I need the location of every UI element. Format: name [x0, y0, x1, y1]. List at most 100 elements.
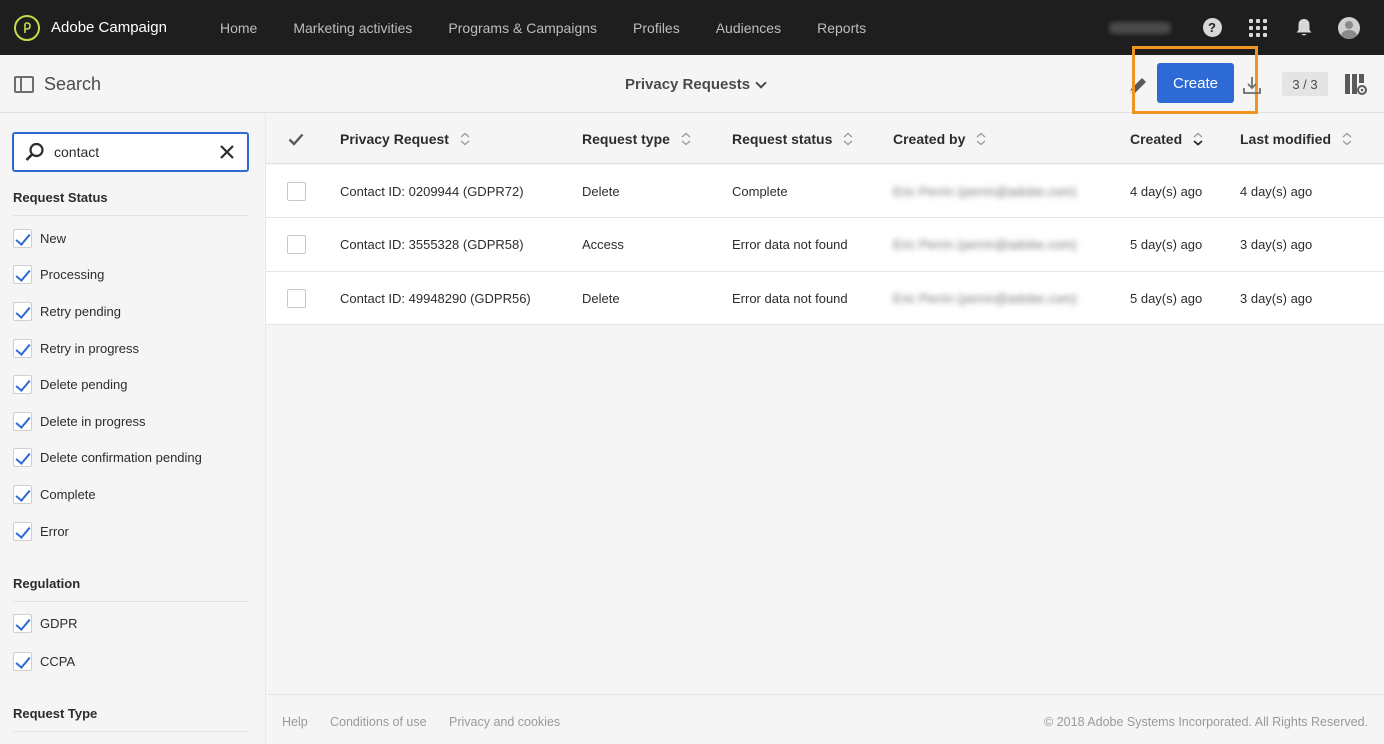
sub-header: Search Privacy Requests Create 3 / 3 [0, 46, 1384, 114]
checkbox[interactable] [13, 613, 32, 633]
cell-request-type: Delete [582, 184, 620, 199]
checkbox[interactable] [13, 375, 32, 395]
search-title: Search [44, 74, 102, 94]
filter-label: Retry in progress [40, 340, 139, 356]
cell-created: 5 day(s) ago [1130, 290, 1203, 306]
filter-regulation-ccpa[interactable]: CCPA [13, 642, 249, 680]
sort-icon [460, 132, 470, 146]
sort-icon [843, 132, 853, 146]
select-all-checkmark-icon[interactable] [288, 131, 304, 147]
column-created-by[interactable]: Created by [893, 114, 987, 164]
nav-profiles[interactable]: Profiles [615, 0, 698, 55]
main-nav: Home Marketing activities Programs & Cam… [202, 0, 884, 55]
filter-status-complete[interactable]: Complete [13, 476, 249, 513]
checkbox[interactable] [13, 411, 32, 431]
filter-label: Delete in progress [40, 413, 146, 429]
column-privacy-request[interactable]: Privacy Request [340, 114, 471, 164]
request-type-filter: Request Type [13, 706, 249, 732]
app-name: Adobe Campaign [51, 19, 167, 36]
row-checkbox[interactable] [287, 288, 306, 308]
checkbox[interactable] [13, 338, 32, 358]
cell-request-type: Access [582, 237, 624, 253]
chevron-down-icon [755, 76, 767, 89]
adobe-campaign-logo-icon [14, 14, 40, 41]
cell-request-status: Complete [732, 184, 788, 199]
row-checkbox[interactable] [287, 182, 306, 201]
brand[interactable]: Adobe Campaign [14, 14, 214, 41]
checkbox[interactable] [13, 228, 32, 248]
table-row[interactable]: Contact ID: 0209944 (GDPR72) Delete Comp… [266, 165, 1384, 219]
bell-icon [1296, 19, 1312, 36]
help-button[interactable]: ? [1202, 18, 1222, 38]
checkbox[interactable] [13, 521, 32, 541]
cell-last-modified: 4 day(s) ago [1240, 184, 1313, 199]
close-icon[interactable] [219, 144, 235, 160]
cell-created-by: Eric Perrin (perrin@adobe.com) [893, 290, 1077, 306]
checkbox[interactable] [13, 651, 32, 671]
footer-privacy-link[interactable]: Privacy and cookies [449, 715, 560, 729]
sort-icon [976, 132, 986, 146]
view-title: Privacy Requests [625, 76, 751, 93]
column-request-type[interactable]: Request type [582, 114, 692, 164]
column-label: Created [1130, 131, 1183, 147]
filter-status-delete-in-progress[interactable]: Delete in progress [13, 403, 249, 440]
filter-status-error[interactable]: Error [13, 513, 249, 550]
cell-request-status: Error data not found [732, 237, 848, 253]
search-field[interactable] [12, 132, 249, 172]
cell-created-by: Eric Perrin (perrin@adobe.com) [893, 184, 1077, 199]
filter-status-retry-pending[interactable]: Retry pending [13, 293, 249, 330]
row-checkbox[interactable] [287, 235, 306, 255]
checkbox[interactable] [13, 301, 32, 321]
checkbox[interactable] [13, 484, 32, 504]
nav-home[interactable]: Home [202, 0, 275, 55]
avatar[interactable] [1338, 16, 1360, 39]
footer-help-link[interactable]: Help [282, 715, 308, 729]
filter-status-delete-pending[interactable]: Delete pending [13, 366, 249, 403]
app-grid-button[interactable] [1248, 18, 1268, 38]
cell-request-type: Delete [582, 290, 620, 306]
table-row[interactable]: Contact ID: 3555328 (GDPR58) Access Erro… [266, 218, 1384, 272]
search-input[interactable] [54, 144, 204, 160]
nav-reports[interactable]: Reports [799, 0, 884, 55]
checkbox[interactable] [13, 265, 32, 285]
sort-icon [681, 132, 691, 146]
request-type-title: Request Type [13, 706, 249, 732]
blurred-username[interactable] [1109, 21, 1171, 34]
help-icon: ? [1202, 18, 1222, 37]
view-selector[interactable]: Privacy Requests [625, 76, 767, 93]
nav-programs-campaigns[interactable]: Programs & Campaigns [430, 0, 615, 55]
column-request-status[interactable]: Request status [732, 114, 854, 164]
cell-privacy-request[interactable]: Contact ID: 49948290 (GDPR56) [340, 272, 531, 325]
highlight-annotation [1132, 46, 1258, 114]
regulation-filter: Regulation GDPR CCPA [13, 576, 249, 680]
sort-icon [1342, 132, 1352, 146]
nav-marketing-activities[interactable]: Marketing activities [275, 0, 430, 55]
cell-last-modified: 3 day(s) ago [1240, 237, 1313, 253]
download-icon[interactable] [1242, 74, 1262, 96]
filter-status-delete-confirmation-pending[interactable]: Delete confirmation pending [13, 440, 249, 477]
column-settings-icon[interactable] [1344, 73, 1368, 97]
filter-status-retry-in-progress[interactable]: Retry in progress [13, 330, 249, 367]
filter-regulation-gdpr[interactable]: GDPR [13, 604, 249, 642]
notifications-button[interactable] [1294, 18, 1314, 38]
table-header: Privacy Request Request type Request sta… [266, 114, 1384, 164]
cell-privacy-request[interactable]: Contact ID: 3555328 (GDPR58) [340, 218, 524, 271]
column-created[interactable]: Created [1130, 114, 1204, 164]
filter-status-processing[interactable]: Processing [13, 257, 249, 294]
request-status-title: Request Status [13, 190, 249, 216]
column-last-modified[interactable]: Last modified [1240, 114, 1353, 164]
table-row[interactable]: Contact ID: 49948290 (GDPR56) Delete Err… [266, 271, 1384, 325]
filter-label: Delete pending [40, 377, 128, 393]
checkbox[interactable] [13, 448, 32, 468]
cell-created: 4 day(s) ago [1130, 184, 1203, 199]
filter-status-new[interactable]: New [13, 220, 249, 257]
cell-privacy-request[interactable]: Contact ID: 0209944 (GDPR72) [340, 165, 524, 218]
nav-audiences[interactable]: Audiences [698, 0, 799, 55]
search-panel-toggle[interactable]: Search [14, 74, 101, 95]
footer-conditions-link[interactable]: Conditions of use [330, 715, 427, 729]
column-label: Privacy Request [340, 131, 449, 147]
column-label: Created by [893, 131, 966, 147]
filter-label: New [40, 230, 67, 246]
sort-desc-icon [1193, 132, 1203, 146]
copyright: © 2018 Adobe Systems Incorporated. All R… [1044, 715, 1368, 729]
